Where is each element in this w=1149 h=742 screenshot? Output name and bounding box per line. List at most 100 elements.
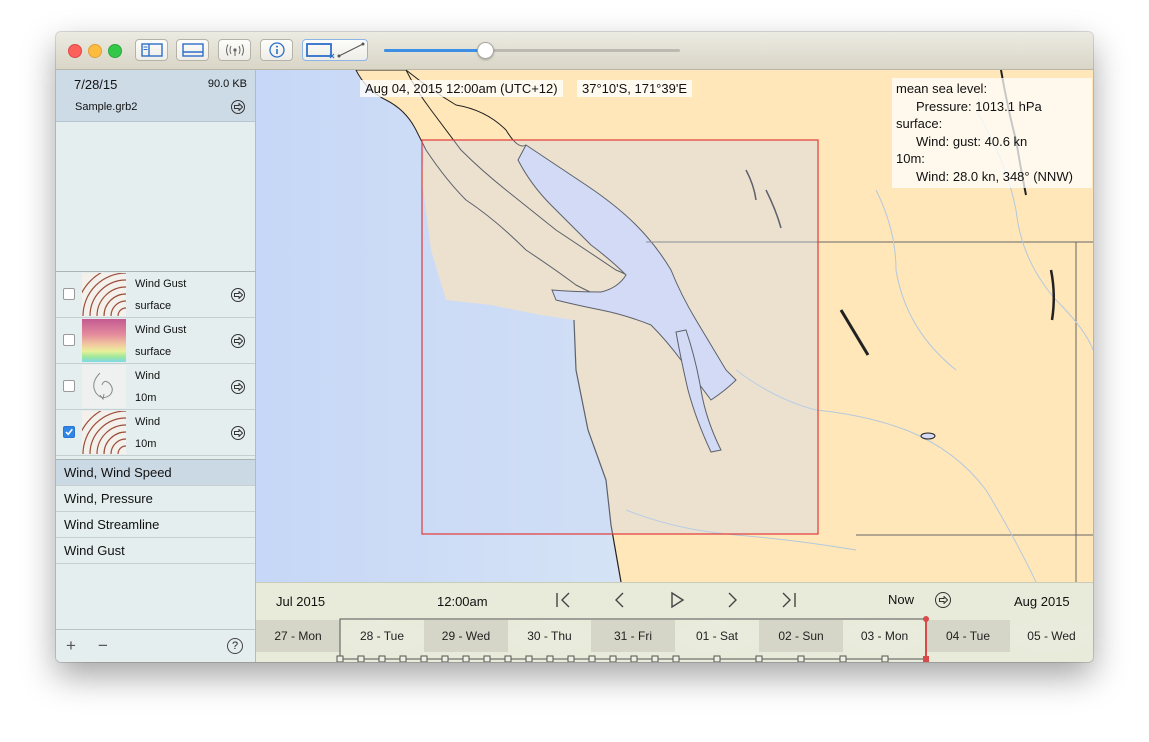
river-line (875, 189, 957, 371)
selection-rectangle[interactable] (421, 139, 819, 535)
frame-tick[interactable] (839, 655, 847, 662)
info-icon (268, 42, 285, 58)
datetime-label: Aug 04, 2015 12:00am (UTC+12) (360, 80, 563, 97)
now-go-button[interactable] (935, 592, 951, 608)
frame-tick[interactable] (483, 655, 491, 662)
current-time-knob[interactable] (923, 616, 929, 622)
frame-tick[interactable] (567, 655, 575, 662)
line-measure-icon[interactable] (336, 41, 366, 59)
preset-item-wind-streamline[interactable]: Wind Streamline (56, 512, 255, 538)
file-size: 90.0 KB (207, 78, 247, 90)
broadcast-icon (225, 44, 244, 56)
end-month-label: Aug 2015 (1014, 594, 1070, 609)
frame-tick[interactable] (525, 655, 533, 662)
broadcast-button[interactable] (218, 39, 251, 61)
layer-row[interactable]: Wind Gust surface (56, 318, 255, 364)
layer-checkbox-checked[interactable] (63, 426, 75, 438)
sidebar-footer: + − ? (56, 629, 255, 662)
zoom-window-button[interactable] (108, 44, 122, 58)
last-frame-icon[interactable] (778, 591, 798, 609)
readout-line: Wind: 28.0 kn, 348° (NNW) (916, 168, 1073, 184)
sidebar-icon (140, 43, 163, 57)
current-time-label: 12:00am (437, 594, 488, 609)
file-name: Sample.grb2 (75, 101, 138, 113)
file-details-button[interactable] (231, 100, 245, 114)
frame-tick[interactable] (713, 655, 721, 662)
now-button[interactable]: Now (888, 592, 914, 607)
rectangle-select-icon[interactable] (304, 41, 336, 59)
streamline-icon (82, 365, 126, 408)
next-frame-icon[interactable] (722, 591, 742, 609)
frame-tick[interactable] (399, 655, 407, 662)
frame-tick[interactable] (651, 655, 659, 662)
layer-checkbox[interactable] (63, 288, 75, 300)
layer-row[interactable]: Wind 10m (56, 410, 255, 456)
frame-tick[interactable] (441, 655, 449, 662)
preset-item-wind-pressure[interactable]: Wind, Pressure (56, 486, 255, 512)
preset-item-wind-gust[interactable]: Wind Gust (56, 538, 255, 564)
frame-tick[interactable] (336, 655, 344, 662)
help-button[interactable]: ? (227, 638, 243, 654)
arrow-right-icon (233, 103, 243, 111)
play-icon[interactable] (667, 591, 687, 609)
arrow-right-icon (233, 291, 243, 299)
readout-line: Pressure: 1013.1 hPa (916, 98, 1042, 114)
layer-checkbox[interactable] (63, 380, 75, 392)
readout-line: 10m: (896, 151, 925, 166)
slider-thumb[interactable] (476, 42, 494, 59)
info-button[interactable] (260, 39, 293, 61)
title-bar (56, 32, 1093, 70)
checkmark-icon (65, 428, 73, 436)
remove-button[interactable]: − (98, 636, 108, 656)
readout-line: surface: (896, 116, 943, 131)
current-frame-marker (923, 656, 929, 662)
minimize-window-button[interactable] (88, 44, 102, 58)
frame-tick[interactable] (357, 655, 365, 662)
close-window-button[interactable] (68, 44, 82, 58)
timeline-bar: Jul 2015 12:00am Now Aug 2015 27 - Mon 2… (256, 582, 1093, 662)
frame-markers (336, 616, 929, 662)
selection-tool-group (302, 39, 368, 61)
frame-tick[interactable] (609, 655, 617, 662)
frame-tick[interactable] (378, 655, 386, 662)
layer-details-button[interactable] (231, 380, 245, 394)
frame-tick[interactable] (881, 655, 889, 662)
frame-tick[interactable] (504, 655, 512, 662)
frame-tick[interactable] (797, 655, 805, 662)
readout-line: Wind: gust: 40.6 kn (916, 133, 1028, 149)
add-button[interactable]: + (66, 636, 76, 656)
frame-tick[interactable] (672, 655, 680, 662)
layer-row[interactable]: Wind Gust surface (56, 272, 255, 318)
first-frame-icon[interactable] (554, 591, 574, 609)
frame-tick[interactable] (462, 655, 470, 662)
color-gradient-icon (82, 319, 126, 362)
layer-level: 10m (135, 438, 157, 450)
layer-row[interactable]: Wind 10m (56, 364, 255, 410)
layer-details-button[interactable] (231, 288, 245, 302)
arrow-right-icon (938, 596, 948, 604)
frame-tick[interactable] (546, 655, 554, 662)
frame-tick[interactable] (630, 655, 638, 662)
lake-shape (920, 432, 936, 440)
layer-level: 10m (135, 392, 157, 404)
frame-tick[interactable] (420, 655, 428, 662)
file-header[interactable]: 7/28/15 90.0 KB Sample.grb2 (56, 70, 255, 122)
layer-name: Wind Gust (135, 278, 187, 290)
layer-name: Wind (135, 416, 161, 428)
preset-item-wind-speed[interactable]: Wind, Wind Speed (56, 460, 255, 486)
data-readout-box: mean sea level: Pressure: 1013.1 hPa sur… (892, 78, 1092, 188)
sidebar: 7/28/15 90.0 KB Sample.grb2 Wind Gust su… (56, 70, 256, 662)
layer-list: Wind Gust surface Wind Gust surface Wind… (56, 271, 255, 460)
coordinate-label: 37°10'S, 171°39'E (577, 80, 692, 97)
toggle-sidebar-button[interactable] (135, 39, 168, 61)
opacity-slider[interactable] (384, 49, 680, 52)
toggle-timeline-button[interactable] (176, 39, 209, 61)
layer-details-button[interactable] (231, 334, 245, 348)
arrow-right-icon (233, 337, 243, 345)
frame-tick[interactable] (755, 655, 763, 662)
layer-checkbox[interactable] (63, 334, 75, 346)
frame-tick[interactable] (588, 655, 596, 662)
layer-details-button[interactable] (231, 426, 245, 440)
map-view[interactable]: Aug 04, 2015 12:00am (UTC+12) 37°10'S, 1… (256, 70, 1093, 582)
previous-frame-icon[interactable] (610, 591, 630, 609)
